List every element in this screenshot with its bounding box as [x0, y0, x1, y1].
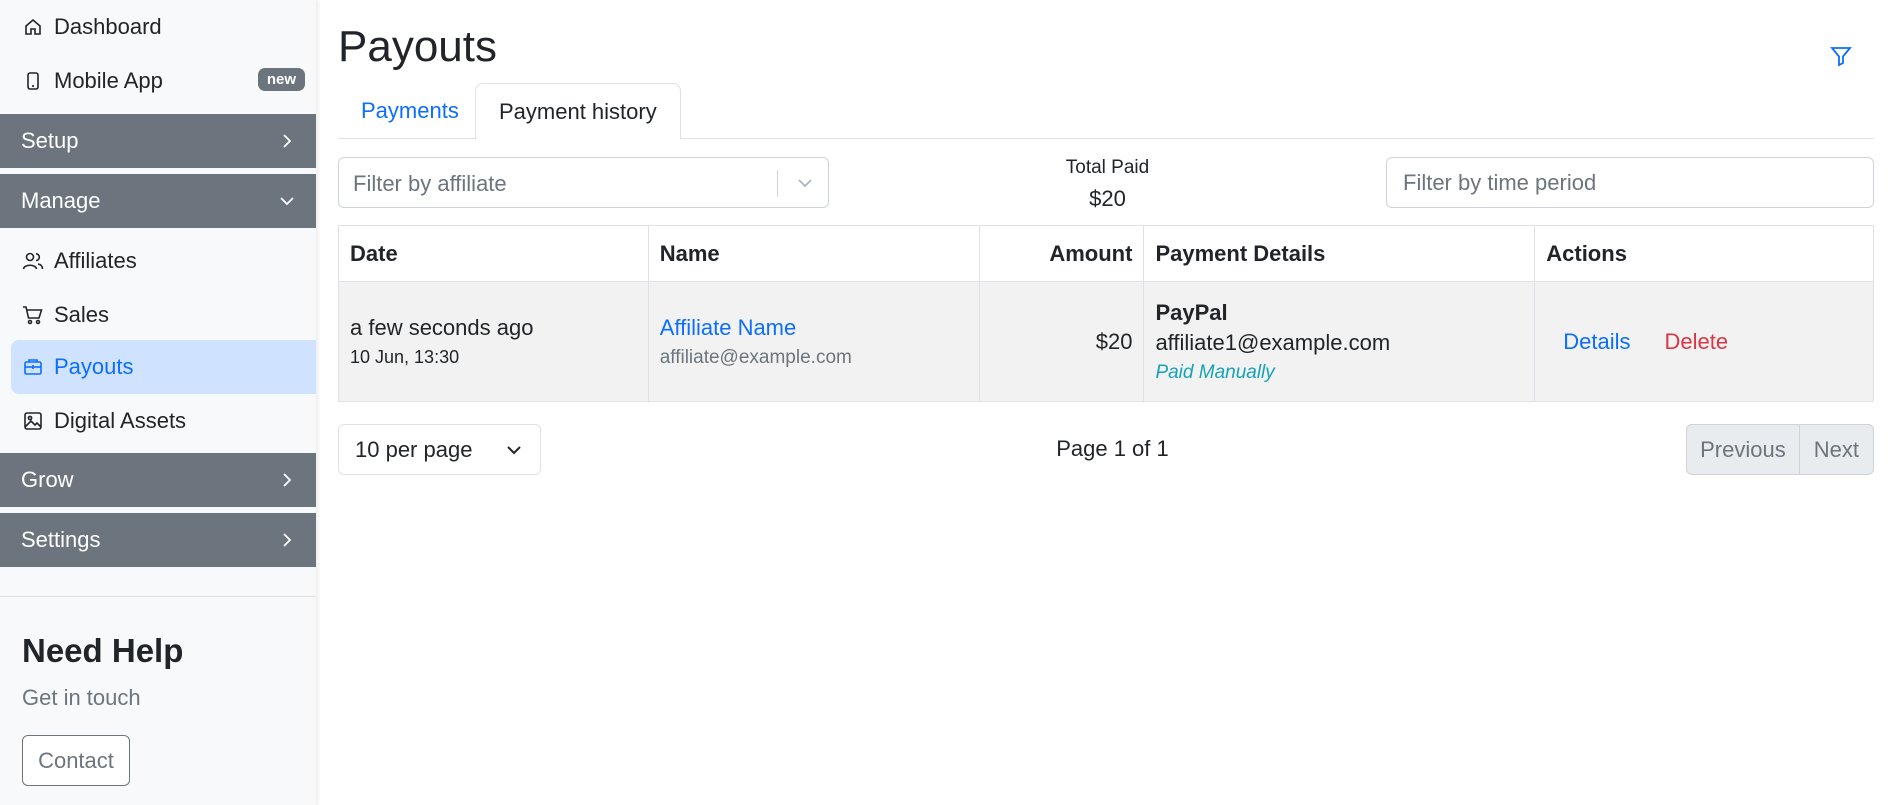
sidebar-item-label: Sales: [54, 302, 110, 327]
new-badge: new: [257, 68, 305, 91]
cell-amount: $20: [978, 281, 1145, 402]
affiliate-filter-placeholder: Filter by affiliate: [353, 171, 507, 196]
chevron-down-icon: [276, 190, 298, 212]
pagination-controls: Previous Next: [1686, 424, 1874, 475]
affiliate-name-link[interactable]: Affiliate Name: [660, 315, 968, 341]
page-title: Payouts: [338, 22, 497, 71]
sidebar-item-label: Mobile App: [54, 68, 163, 93]
section-label: Manage: [21, 188, 101, 213]
per-page-select[interactable]: 10 per page: [338, 424, 541, 475]
previous-button[interactable]: Previous: [1687, 425, 1800, 474]
help-subtitle: Get in touch: [22, 685, 141, 710]
next-button[interactable]: Next: [1800, 425, 1873, 474]
sidebar-item-sales[interactable]: Sales: [11, 288, 316, 342]
tabs: Payments Payment history: [338, 83, 1874, 140]
chevron-right-icon: [276, 130, 298, 152]
select-separator: [777, 170, 778, 197]
date-relative: a few seconds ago: [350, 315, 534, 340]
sidebar-item-payouts[interactable]: Payouts: [11, 340, 316, 394]
cell-date: a few seconds ago 10 Jun, 13:30: [338, 281, 649, 402]
cell-payment-details: PayPal affiliate1@example.com Paid Manua…: [1143, 281, 1536, 402]
payment-method: PayPal: [1155, 299, 1228, 325]
sidebar-section-grow[interactable]: Grow: [0, 453, 316, 507]
chevron-right-icon: [276, 469, 298, 491]
cell-actions: Details Delete: [1534, 281, 1874, 402]
image-icon: [22, 410, 44, 432]
header-payment-details: Payment Details: [1143, 225, 1536, 282]
sidebar-section-setup[interactable]: Setup: [0, 114, 316, 168]
time-period-filter-input[interactable]: Filter by time period: [1386, 157, 1874, 208]
chevron-down-icon: [504, 440, 524, 460]
sidebar-item-dashboard[interactable]: Dashboard: [11, 0, 316, 54]
page-info: Page 1 of 1: [1056, 436, 1169, 461]
sidebar: Dashboard Mobile App new Setup Manage Af…: [0, 0, 316, 805]
table-header-row: Date Name Amount Payment Details Actions: [338, 225, 1874, 282]
cell-name: Affiliate Name affiliate@example.com: [647, 281, 980, 402]
tab-payment-history[interactable]: Payment history: [475, 83, 681, 140]
affiliate-filter-select[interactable]: Filter by affiliate: [338, 157, 829, 208]
header-amount: Amount: [978, 225, 1145, 282]
table-row: a few seconds ago 10 Jun, 13:30 Affiliat…: [338, 281, 1874, 402]
wallet-icon: [22, 356, 44, 378]
header-actions: Actions: [1534, 225, 1874, 282]
total-paid-label: Total Paid: [1065, 157, 1150, 178]
sidebar-divider: [0, 596, 316, 597]
users-icon: [22, 250, 44, 272]
sidebar-section-manage[interactable]: Manage: [0, 174, 316, 228]
sidebar-item-label: Dashboard: [54, 14, 162, 39]
payment-email: affiliate1@example.com: [1155, 329, 1391, 355]
chevron-right-icon: [276, 529, 298, 551]
filter-icon[interactable]: [1829, 44, 1853, 68]
phone-icon: [22, 70, 44, 92]
per-page-value: 10 per page: [355, 436, 473, 462]
sidebar-item-label: Digital Assets: [54, 408, 187, 433]
sidebar-item-mobile-app[interactable]: Mobile App new: [11, 54, 316, 108]
sidebar-item-label: Affiliates: [54, 248, 137, 273]
section-label: Grow: [21, 467, 74, 492]
header-date: Date: [338, 225, 649, 282]
chevron-down-icon: [794, 172, 816, 194]
delete-link[interactable]: Delete: [1665, 329, 1729, 355]
contact-button[interactable]: Contact: [22, 735, 130, 786]
home-icon: [22, 16, 44, 38]
sidebar-item-affiliates[interactable]: Affiliates: [11, 234, 316, 288]
payment-status: Paid Manually: [1155, 361, 1275, 383]
sidebar-section-settings[interactable]: Settings: [0, 513, 316, 567]
details-link[interactable]: Details: [1563, 329, 1630, 355]
header-name: Name: [647, 225, 980, 282]
affiliate-email: affiliate@example.com: [659, 346, 852, 368]
section-label: Setup: [21, 128, 79, 153]
sidebar-item-digital-assets[interactable]: Digital Assets: [11, 394, 316, 448]
total-paid-value: $20: [1089, 186, 1126, 211]
sidebar-item-label: Payouts: [54, 354, 134, 379]
section-label: Settings: [21, 527, 101, 552]
tab-payments[interactable]: Payments: [338, 83, 482, 139]
help-title: Need Help: [22, 632, 184, 669]
date-exact: 10 Jun, 13:30: [350, 347, 460, 367]
cart-icon: [22, 304, 44, 326]
payouts-table: Date Name Amount Payment Details Actions…: [338, 225, 1874, 402]
